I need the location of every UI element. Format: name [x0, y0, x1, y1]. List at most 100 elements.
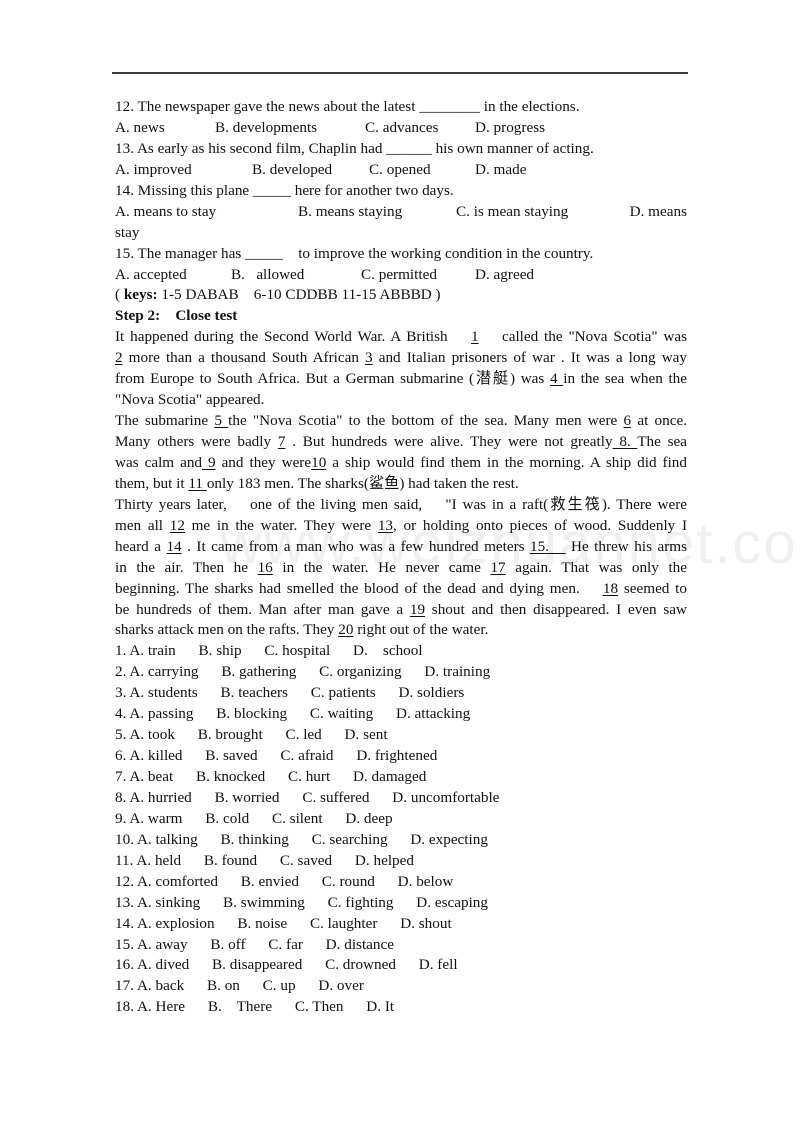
keys-text: 1-5 DABAB 6-10 CDDBB 11-15 ABBBD ): [157, 286, 441, 304]
blank-number: 5: [214, 412, 229, 430]
question-number: 10.: [115, 830, 137, 848]
option-a: A. comforted: [136, 872, 241, 890]
option-a: A. news: [115, 118, 165, 136]
blank-number: 9: [202, 453, 216, 471]
option-b: B. allowed: [231, 265, 305, 283]
passage-text: and they were: [215, 453, 312, 471]
option-b: B. noise: [237, 914, 310, 932]
option-c: C. waiting: [309, 705, 396, 723]
blank-number: 18: [602, 579, 619, 597]
option-c: C. permitted: [361, 265, 437, 283]
blank-number: 8.: [612, 433, 638, 450]
option-c: C. patients: [310, 684, 399, 702]
option-b: B. developments: [215, 118, 318, 136]
answer-keys: ( keys: 1-5 DABAB 6-10 CDDBB 11-15 ABBBD…: [115, 286, 441, 304]
question-number: 12.: [115, 872, 137, 890]
cloze-option-row: 13. A. sinking B. swimming C. fighting D…: [115, 893, 687, 914]
passage-line: was calm and 9 and they were10 a ship wo…: [115, 453, 687, 474]
passage-line: The submarine 5 the "Nova Scotia" to the…: [115, 411, 687, 432]
option-b: B. There: [207, 998, 295, 1016]
passage-text: "Nova Scotia" appeared.: [115, 391, 265, 409]
question-number: 18.: [115, 998, 137, 1016]
passage-text: was calm and: [115, 453, 203, 471]
question-number: 6.: [115, 747, 130, 765]
option-c: C. hospital: [264, 642, 353, 660]
option-d: D. helped: [354, 851, 414, 869]
passage-text: The submarine: [115, 412, 215, 430]
cloze-option-row: 8. A. hurried B. worried C. suffered D. …: [115, 788, 687, 809]
blank-number: 10: [311, 453, 327, 471]
question-number: 7.: [115, 768, 130, 785]
option-a: A. back: [136, 977, 207, 995]
option-d: D. school: [352, 642, 423, 660]
passage-text: heard a: [115, 537, 167, 555]
option-a: A. carrying: [129, 663, 222, 681]
passage-text: at once.: [631, 412, 687, 430]
blank-number: 2: [115, 349, 123, 367]
question-12: 12. The newspaper gave the news about th…: [115, 97, 687, 139]
keys-label: keys:: [123, 286, 158, 304]
option-a: A. accepted: [115, 265, 187, 283]
passage-text: in the sea when the: [563, 370, 688, 388]
option-b: B. knocked: [196, 768, 288, 785]
passage-line: from Europe to South Africa. But a Germa…: [115, 369, 687, 390]
option-c: C. advances: [365, 118, 439, 136]
blank-number: 14: [166, 537, 182, 555]
blank-number: 1: [471, 328, 479, 346]
option-c: C. Then: [294, 998, 367, 1016]
passage-line: "Nova Scotia" appeared.: [115, 390, 687, 411]
option-d: D. escaping: [416, 893, 488, 911]
section-heading: Step 2: Close test: [115, 307, 238, 325]
passage-paragraph-1: It happened during the Second World War.…: [115, 327, 687, 411]
cloze-option-row: 11. A. held B. found C. saved D. helped: [115, 851, 687, 872]
option-b: B. thinking: [220, 830, 312, 848]
option-b: B. on: [206, 977, 263, 995]
option-c: C. far: [268, 935, 326, 953]
option-b: B. worried: [214, 788, 303, 806]
passage-text: only 183 men. The sharks(鲨鱼) had taken t…: [206, 474, 519, 492]
passage-text: the "Nova Scotia" to the bottom of the s…: [228, 412, 624, 430]
question-number: 3.: [115, 684, 130, 702]
passage-text: men all: [115, 516, 170, 534]
option-c: C. hurt: [287, 768, 353, 785]
cloze-option-row: 5. A. took B. brought C. led D. sent: [115, 725, 687, 746]
option-a: A. took: [129, 726, 198, 744]
passage-text: me in the water. They were: [184, 516, 378, 534]
question-number: 17.: [115, 977, 137, 995]
option-c: C. is mean staying: [456, 202, 569, 220]
question-number: 16.: [115, 956, 137, 974]
option-c: C. drowned: [325, 956, 419, 974]
option-b: B. gathering: [221, 663, 320, 681]
passage-paragraph-2: The submarine 5 the "Nova Scotia" to the…: [115, 411, 687, 495]
blank-number: 19: [409, 600, 426, 618]
document-page: www.weizhuannet.com 12. The newspaper ga…: [0, 0, 800, 1132]
option-c: C. round: [321, 872, 398, 890]
passage-text: It happened during the Second World War.…: [115, 328, 472, 346]
passage-line: them, but it 11 only 183 men. The sharks…: [115, 474, 687, 495]
option-d: D. progress: [475, 118, 546, 136]
question-number: 4.: [115, 705, 130, 723]
question-14: 14. Missing this plane _____ here for an…: [115, 181, 687, 244]
passage-line: Thirty years later, one of the living me…: [115, 495, 687, 516]
passage-text: from Europe to South Africa. But a Germa…: [115, 370, 550, 388]
option-d: D. means: [629, 202, 687, 220]
cloze-option-row: 3. A. students B. teachers C. patients D…: [115, 683, 687, 704]
question-options: A. means to stay B. means staying C. is me…: [115, 202, 687, 223]
blank-number: 20: [338, 621, 354, 639]
option-a: A. warm: [129, 809, 206, 827]
question-options: A. news B. developments C. advances D. prog…: [115, 118, 687, 139]
option-c: C. up: [262, 977, 319, 995]
option-b: B. envied: [240, 872, 322, 890]
cloze-option-row: 9. A. warm B. cold C. silent D. deep: [115, 809, 687, 830]
option-b: B. developed: [252, 160, 333, 178]
question-options: A. accepted B. allowed C. permitted D. agre…: [115, 265, 687, 286]
cloze-options-list: 1. A. train B. ship C. hospital D. schoo…: [115, 641, 687, 1018]
question-stem: 14. Missing this plane _____ here for an…: [115, 181, 454, 199]
option-d: D. fell: [418, 956, 458, 974]
option-a: A. means to stay: [115, 202, 217, 220]
option-d: D. damaged: [352, 768, 427, 785]
passage-text: be hundreds of them. Man after man gave …: [115, 600, 410, 618]
passage-text: in the air. Then he: [115, 558, 258, 576]
option-a: A. talking: [136, 830, 221, 848]
option-d: D. uncomfortable: [392, 788, 500, 806]
